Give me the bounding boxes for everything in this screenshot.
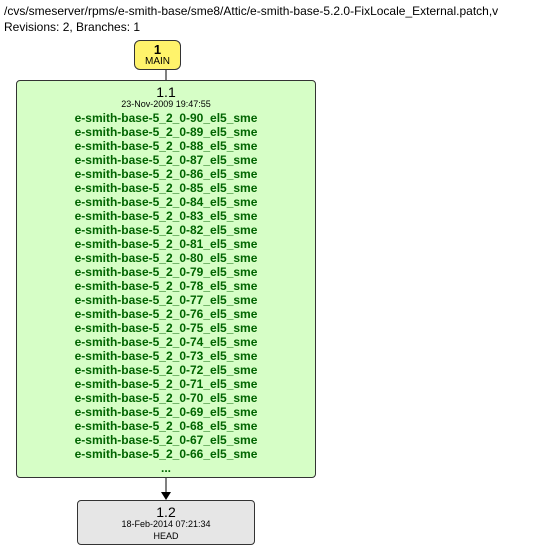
file-path: /cvs/smeserver/rpms/e-smith-base/sme8/At…	[4, 4, 554, 18]
revisions-line: Revisions: 2, Branches: 1	[4, 20, 554, 34]
revision-tag: e-smith-base-5_2_0-78_el5_sme	[23, 279, 309, 293]
revision-tag: e-smith-base-5_2_0-84_el5_sme	[23, 195, 309, 209]
revision-node-1-1: 1.1 23-Nov-2009 19:47:55 e-smith-base-5_…	[16, 80, 316, 478]
revision-tag: e-smith-base-5_2_0-85_el5_sme	[23, 181, 309, 195]
revision-tag: e-smith-base-5_2_0-67_el5_sme	[23, 433, 309, 447]
branch-number: 1	[145, 43, 170, 56]
revision-tag: e-smith-base-5_2_0-80_el5_sme	[23, 251, 309, 265]
revision-tag: e-smith-base-5_2_0-74_el5_sme	[23, 335, 309, 349]
revision-tag: e-smith-base-5_2_0-75_el5_sme	[23, 321, 309, 335]
revision-node-1-2: 1.2 18-Feb-2014 07:21:34 HEAD	[77, 500, 255, 545]
connector-line	[16, 70, 316, 80]
revision-tag: e-smith-base-5_2_0-68_el5_sme	[23, 419, 309, 433]
revision-tag: e-smith-base-5_2_0-79_el5_sme	[23, 265, 309, 279]
revision-timestamp: 18-Feb-2014 07:21:34	[84, 519, 248, 530]
revision-version: 1.1	[23, 85, 309, 99]
revision-tag: e-smith-base-5_2_0-71_el5_sme	[23, 377, 309, 391]
revision-head-label: HEAD	[84, 531, 248, 542]
revision-tag: e-smith-base-5_2_0-82_el5_sme	[23, 223, 309, 237]
revision-tag: e-smith-base-5_2_0-87_el5_sme	[23, 153, 309, 167]
revision-tag: e-smith-base-5_2_0-76_el5_sme	[23, 307, 309, 321]
revision-tag: e-smith-base-5_2_0-83_el5_sme	[23, 209, 309, 223]
revision-tag: e-smith-base-5_2_0-89_el5_sme	[23, 125, 309, 139]
revision-tag: e-smith-base-5_2_0-70_el5_sme	[23, 391, 309, 405]
connector-arrow	[16, 478, 316, 500]
revision-tag: e-smith-base-5_2_0-86_el5_sme	[23, 167, 309, 181]
revision-tag: e-smith-base-5_2_0-77_el5_sme	[23, 293, 309, 307]
revision-tag-list: e-smith-base-5_2_0-90_el5_smee-smith-bas…	[23, 111, 309, 461]
revision-tag: e-smith-base-5_2_0-66_el5_sme	[23, 447, 309, 461]
branch-badge-main: 1 MAIN	[134, 40, 181, 70]
revision-tag: e-smith-base-5_2_0-81_el5_sme	[23, 237, 309, 251]
branch-label: MAIN	[145, 56, 170, 67]
revision-tag: e-smith-base-5_2_0-73_el5_sme	[23, 349, 309, 363]
revision-tag: e-smith-base-5_2_0-72_el5_sme	[23, 363, 309, 377]
revision-version: 1.2	[84, 505, 248, 519]
revision-tag: e-smith-base-5_2_0-88_el5_sme	[23, 139, 309, 153]
revision-timestamp: 23-Nov-2009 19:47:55	[23, 99, 309, 110]
revision-tag-more: ...	[23, 461, 309, 475]
revision-tag: e-smith-base-5_2_0-69_el5_sme	[23, 405, 309, 419]
revision-tag: e-smith-base-5_2_0-90_el5_sme	[23, 111, 309, 125]
revision-graph: 1 MAIN 1.1 23-Nov-2009 19:47:55 e-smith-…	[16, 40, 554, 545]
